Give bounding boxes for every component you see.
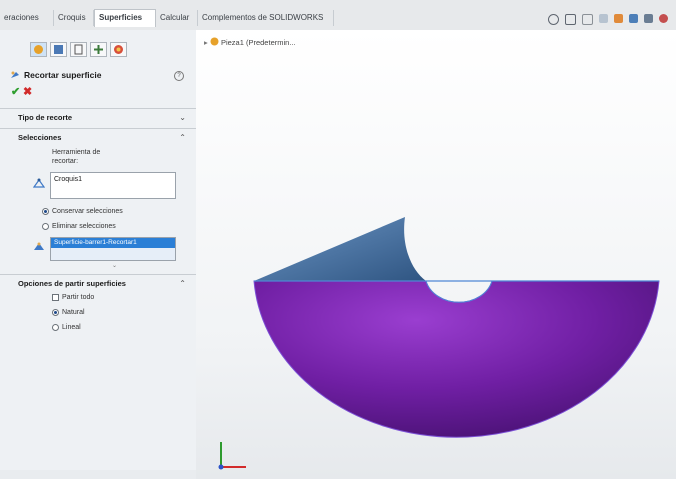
- resize-grip-icon[interactable]: ⌄: [112, 262, 117, 269]
- property-manager-icon: [54, 45, 63, 54]
- feature-title: Recortar superficie: [24, 70, 102, 80]
- linear-label: Lineal: [62, 324, 81, 331]
- surface-icon: [34, 242, 44, 250]
- display-style-icon[interactable]: [629, 14, 638, 23]
- natural-label: Natural: [62, 309, 85, 316]
- hide-show-icon[interactable]: [644, 14, 653, 23]
- configuration-manager-tab[interactable]: [70, 42, 87, 57]
- trimmed-surface-remnant[interactable]: [254, 217, 426, 281]
- dim-expert-icon: [94, 45, 103, 54]
- selections-label: Selecciones: [18, 133, 62, 142]
- graphics-area[interactable]: ▸ Pieza1 (Predetermin...: [196, 30, 676, 479]
- split-all-checkbox[interactable]: [52, 294, 59, 301]
- configuration-manager-icon: [74, 44, 83, 55]
- tab-calcular[interactable]: Calcular: [156, 10, 198, 26]
- manager-tabs: [30, 42, 127, 57]
- command-manager-tabs: eraciones Croquis Superficies Calcular C…: [0, 0, 676, 31]
- reference-triad: [218, 442, 246, 470]
- status-strip: [0, 470, 196, 479]
- view-orientation-icon[interactable]: [614, 14, 623, 23]
- previous-view-icon[interactable]: [582, 14, 593, 25]
- trim-tool-label: Herramienta de recortar:: [52, 149, 101, 165]
- trim-type-label: Tipo de recorte: [18, 113, 73, 122]
- cancel-icon[interactable]: ✖: [23, 85, 32, 98]
- zoom-area-icon[interactable]: [565, 14, 576, 25]
- linear-radio[interactable]: [52, 324, 59, 331]
- list-item[interactable]: Superficie-barrer1-Recortar1: [51, 238, 175, 248]
- property-manager-tab[interactable]: [50, 42, 67, 57]
- trim-type-section-header[interactable]: Tipo de recorte ⌄: [0, 108, 196, 126]
- zoom-to-fit-icon[interactable]: [548, 14, 559, 25]
- trim-tool-value: Croquis1: [54, 176, 83, 183]
- keep-selections-radio[interactable]: [42, 208, 49, 215]
- tab-superficies[interactable]: Superficies: [94, 9, 156, 27]
- split-options-label: Opciones de partir superficies: [18, 279, 126, 288]
- dim-expert-tab[interactable]: [90, 42, 107, 57]
- tab-operaciones[interactable]: eraciones: [0, 10, 54, 26]
- section-view-icon[interactable]: [599, 14, 608, 23]
- display-manager-tab[interactable]: [110, 42, 127, 57]
- split-options-section-header[interactable]: Opciones de partir superficies ⌃: [0, 274, 196, 292]
- keep-selections-label: Conservar selecciones: [52, 208, 123, 215]
- chevron-up-icon: ⌃: [179, 279, 186, 288]
- ok-icon[interactable]: ✔: [11, 85, 20, 98]
- tab-croquis[interactable]: Croquis: [54, 10, 94, 26]
- chevron-up-icon: ⌃: [179, 133, 186, 142]
- selections-section-header[interactable]: Selecciones ⌃: [0, 128, 196, 146]
- property-manager: Recortar superficie ? ✔ ✖ Tipo de recort…: [0, 30, 197, 470]
- chevron-down-icon: ⌄: [179, 113, 186, 122]
- remove-selections-label: Eliminar selecciones: [52, 223, 116, 230]
- split-all-label: Partir todo: [62, 294, 95, 301]
- appearance-icon[interactable]: [659, 14, 668, 23]
- tab-complementos[interactable]: Complementos de SOLIDWORKS: [198, 10, 334, 26]
- heads-up-toolbar: [548, 14, 668, 25]
- model-view[interactable]: [196, 30, 676, 479]
- sketch-icon: [33, 178, 45, 188]
- display-manager-icon: [114, 45, 123, 54]
- trim-surface-icon: [11, 71, 19, 78]
- natural-radio[interactable]: [52, 309, 59, 316]
- feature-manager-icon: [34, 45, 43, 54]
- trim-tool-field[interactable]: Croquis1: [50, 172, 176, 199]
- feature-manager-tab[interactable]: [30, 42, 47, 57]
- remove-selections-radio[interactable]: [42, 223, 49, 230]
- help-icon[interactable]: ?: [174, 71, 184, 81]
- pieces-to-keep-list[interactable]: Superficie-barrer1-Recortar1: [50, 237, 176, 261]
- purple-surface-body[interactable]: [253, 280, 660, 438]
